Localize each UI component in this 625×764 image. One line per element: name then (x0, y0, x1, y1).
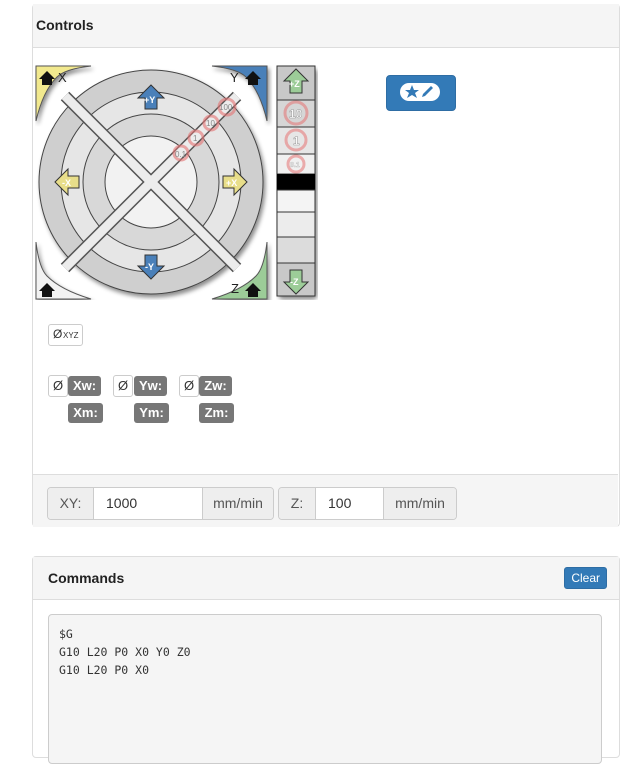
y-work-position: Yw: (134, 376, 167, 396)
controls-title: Controls (33, 4, 619, 48)
minus-x-label: -X (62, 178, 71, 188)
commands-title: Commands (48, 570, 125, 586)
step-label-1: 1 (193, 134, 198, 143)
console-line: $G (59, 627, 73, 641)
x-work-position: Xw: (68, 376, 101, 396)
z-feed-input[interactable]: 100 (315, 488, 384, 519)
z-step-10-label: 10 (289, 107, 303, 121)
zero-y-symbol: Ø (117, 378, 129, 393)
corner-x-label: X (58, 70, 67, 85)
macro-pill (400, 83, 440, 101)
step-label-100: 100 (219, 103, 233, 112)
xy-feedrate-group: XY: 1000 mm/min (47, 487, 274, 520)
z-feed-unit: mm/min (384, 488, 456, 519)
z-jog-bar: +Z 10 1 0.1 -Z (276, 65, 316, 297)
controls-footer: XY: 1000 mm/min Z: 100 mm/min (33, 474, 618, 527)
commands-panel: Commands Clear $G G10 L20 P0 X0 Y0 Z0 G1… (32, 556, 620, 764)
y-machine-position: Ym: (134, 403, 169, 423)
clear-button[interactable]: Clear (564, 567, 607, 589)
xy-feed-label: XY: (48, 488, 93, 519)
corner-z-label: Z (231, 281, 239, 296)
zero-z-symbol: Ø (183, 378, 195, 393)
step-label-10: 10 (206, 119, 215, 128)
plus-y-label: +Y (144, 95, 155, 105)
xy-feed-unit: mm/min (203, 488, 273, 519)
x-machine-position: Xm: (68, 403, 103, 423)
zero-x-symbol: Ø (52, 378, 64, 393)
zero-all-label: XYZ (63, 331, 79, 340)
jog-dial: 0.1 1 10 100 X Y Z +Y -Y -X +X (35, 65, 268, 300)
z-step-1-label: 1 (293, 134, 300, 148)
pencil-icon (422, 86, 433, 97)
z-step-01-label: 0.1 (290, 162, 300, 169)
minus-y-label: -Y (145, 262, 154, 272)
xy-feed-input[interactable]: 1000 (93, 488, 203, 519)
z-feed-label: Z: (279, 488, 315, 519)
corner-y-label: Y (230, 70, 239, 85)
plus-z-label: +Z (289, 79, 300, 89)
command-console[interactable]: $G G10 L20 P0 X0 Y0 Z0 G10 L20 P0 X0 (48, 614, 602, 764)
console-line: G10 L20 P0 X0 Y0 Z0 (59, 645, 191, 659)
minus-z-label: -Z (290, 277, 299, 287)
zero-z-button[interactable]: Ø (179, 375, 199, 397)
commands-header: Commands Clear (33, 557, 619, 600)
plus-x-label: +X (226, 178, 237, 188)
zero-x-button[interactable]: Ø (48, 375, 68, 397)
z-feedrate-group: Z: 100 mm/min (278, 487, 457, 520)
console-line: G10 L20 P0 X0 (59, 663, 150, 677)
edit-macros-button[interactable] (386, 75, 456, 111)
star-icon (405, 85, 419, 98)
z-machine-position: Zm: (199, 403, 234, 423)
zero-all-button[interactable]: Ø XYZ (48, 324, 83, 346)
zero-all-symbol: Ø (53, 327, 63, 341)
z-work-position: Zw: (199, 376, 232, 396)
zero-y-button[interactable]: Ø (113, 375, 133, 397)
step-label-01: 0.1 (175, 150, 187, 159)
